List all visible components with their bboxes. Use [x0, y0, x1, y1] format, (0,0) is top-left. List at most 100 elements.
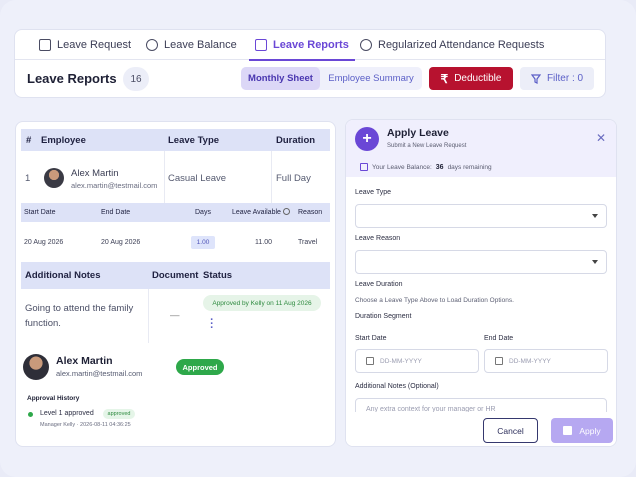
approver-meta: Manager Kelly · 2026-08-11 04:36:25 — [40, 422, 131, 428]
leave-available-value: 11.00 — [255, 239, 272, 246]
col-start-date: Start Date — [24, 209, 56, 216]
filter-label: Filter : 0 — [546, 73, 584, 84]
leave-type-value: Casual Leave — [168, 173, 227, 184]
tab-bar: Leave Request Leave Balance Leave Report… — [15, 30, 605, 61]
profile-name: Alex Martin — [56, 355, 113, 367]
col-reason: Reason — [298, 209, 323, 216]
apply-label: Apply — [579, 425, 601, 436]
tab-leave-balance[interactable]: Leave Balance — [146, 30, 237, 60]
balance-label: Your Leave Balance: — [372, 163, 432, 171]
avatar — [23, 354, 49, 380]
notes-row: Going to attend the family function. — A… — [21, 289, 330, 343]
plus-icon: + — [355, 127, 379, 151]
tab-regularized-attendance[interactable]: Regularized Attendance Requests — [360, 30, 544, 60]
balance-suffix: days remaining — [447, 163, 492, 171]
approved-badge: Approved — [176, 359, 224, 375]
rupee-icon: ₹ — [440, 71, 449, 86]
calendar-icon — [360, 163, 368, 171]
col-leave-available: Leave Available — [232, 209, 281, 216]
clock-icon — [360, 39, 372, 51]
notes-line-1: Going to attend the family — [25, 303, 134, 314]
end-date-value: 20 Aug 2026 — [101, 239, 141, 246]
employee-email: alex.martin@testmail.com — [71, 181, 158, 190]
col-status: Status — [203, 270, 233, 281]
apply-button[interactable]: Apply — [551, 418, 613, 443]
info-icon — [283, 208, 290, 215]
filter-button[interactable]: Filter : 0 — [520, 67, 594, 90]
top-card: Leave Request Leave Balance Leave Report… — [14, 29, 606, 98]
start-date-label: Start Date — [355, 335, 387, 342]
leave-type-label: Leave Type — [355, 189, 392, 196]
tab-label: Leave Balance — [164, 39, 237, 51]
clipboard-check-icon — [255, 39, 267, 51]
page-title: Leave Reports — [27, 71, 117, 86]
notes-label: Additional Notes (Optional) — [355, 383, 439, 390]
balance-value: 36 — [435, 163, 444, 171]
col-employee: Employee — [41, 135, 86, 146]
status-badge: Approved by Kelly on 11 Aug 2026 — [203, 295, 321, 311]
view-toggle: Monthly Sheet Employee Summary — [241, 67, 422, 90]
start-date-placeholder: DD-MM-YYYY — [380, 357, 422, 365]
tab-leave-request[interactable]: Leave Request — [39, 30, 131, 60]
leave-report-card: # Employee Leave Type Duration 1 Alex Ma… — [15, 121, 336, 447]
duration-value: Full Day — [276, 173, 311, 184]
end-date-placeholder: DD-MM-YYYY — [509, 357, 551, 365]
save-icon — [563, 426, 573, 435]
filter-icon — [530, 73, 541, 84]
employee-summary-button[interactable]: Employee Summary — [320, 67, 422, 90]
detail-header: Start Date End Date Days Leave Available… — [21, 203, 330, 222]
divider — [148, 289, 149, 343]
leave-balance-line: Your Leave Balance: 36 days remaining — [360, 163, 492, 171]
leave-type-select[interactable] — [355, 204, 607, 228]
row-number: 1 — [25, 173, 31, 184]
leave-duration-label: Leave Duration — [355, 281, 403, 288]
approval-level: Level 1 approved — [40, 410, 94, 417]
panel-header: + Apply Leave Submit a New Leave Request… — [346, 120, 616, 177]
status-dot — [28, 412, 33, 417]
panel-footer: Cancel Apply — [346, 412, 616, 446]
cancel-button[interactable]: Cancel — [483, 418, 538, 443]
panel-subtitle: Submit a New Leave Request — [387, 143, 467, 149]
reason-value: Travel — [298, 239, 318, 246]
monthly-sheet-button[interactable]: Monthly Sheet — [241, 67, 320, 90]
days-value: 1.00 — [191, 236, 215, 249]
notes-header: Additional Notes Document Status — [21, 262, 330, 289]
approval-profile: Alex Martin alex.martin@testmail.com App… — [23, 354, 333, 444]
col-document: Document — [152, 270, 199, 281]
more-options-icon[interactable]: · · · — [209, 315, 215, 334]
end-date-label: End Date — [484, 335, 514, 342]
table-header: # Employee Leave Type Duration — [21, 129, 330, 151]
profile-email: alex.martin@testmail.com — [56, 369, 143, 378]
pie-chart-icon — [146, 39, 158, 51]
approval-history-title: Approval History — [27, 395, 80, 402]
tab-label: Leave Request — [57, 39, 131, 51]
count-badge: 16 — [123, 67, 149, 91]
col-num: # — [26, 135, 32, 146]
notes-line-2: function. — [25, 318, 61, 329]
deductible-label: Deductible — [454, 73, 502, 84]
col-days: Days — [195, 209, 211, 216]
divider — [271, 151, 272, 203]
header-row: Leave Reports 16 Monthly Sheet Employee … — [15, 60, 605, 99]
level-status-badge: approved — [103, 409, 135, 419]
calendar-icon — [366, 357, 374, 365]
deductible-button[interactable]: ₹ Deductible — [429, 67, 513, 90]
duration-segment-label: Duration Segment — [355, 313, 412, 320]
divider — [164, 151, 165, 203]
start-date-input[interactable]: DD-MM-YYYY — [355, 349, 479, 373]
close-icon[interactable]: ✕ — [596, 131, 606, 145]
detail-row: 20 Aug 2026 20 Aug 2026 1.00 11.00 Trave… — [21, 222, 330, 262]
clipboard-icon — [39, 39, 51, 51]
tab-leave-reports[interactable]: Leave Reports — [249, 30, 355, 61]
leave-reason-select[interactable] — [355, 250, 607, 274]
employee-name: Alex Martin — [71, 168, 119, 179]
table-row[interactable]: 1 Alex Martin alex.martin@testmail.com C… — [21, 151, 330, 203]
leave-reason-label: Leave Reason — [355, 235, 401, 242]
end-date-input[interactable]: DD-MM-YYYY — [484, 349, 608, 373]
duration-hint: Choose a Leave Type Above to Load Durati… — [355, 297, 514, 304]
col-leave-type: Leave Type — [168, 135, 220, 146]
apply-leave-panel: + Apply Leave Submit a New Leave Request… — [345, 119, 617, 447]
document-value: — — [170, 310, 180, 321]
calendar-icon — [495, 357, 503, 365]
tab-label: Leave Reports — [273, 39, 349, 51]
